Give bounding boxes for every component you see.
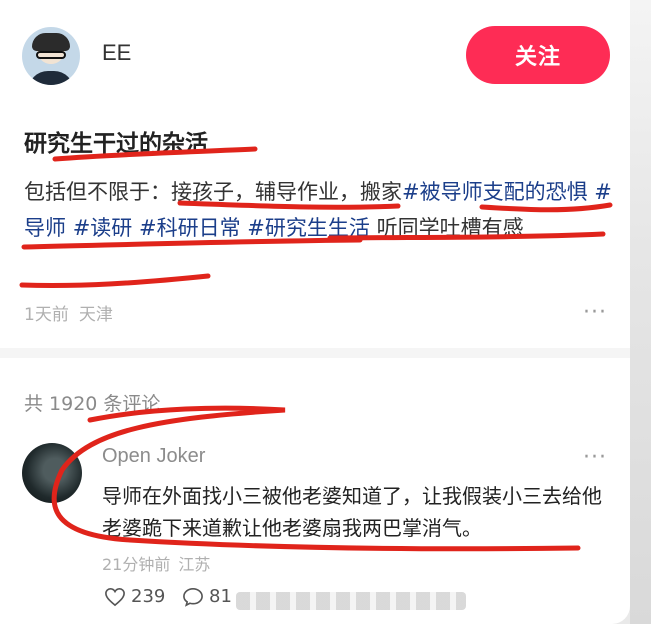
comment-meta: 21分钟前 江苏: [102, 551, 218, 575]
more-dots-icon[interactable]: ···: [583, 445, 607, 470]
watermark: [236, 592, 466, 610]
post-location: 天津: [78, 305, 113, 325]
reply-button[interactable]: 81: [182, 586, 232, 607]
author-avatar[interactable]: [22, 27, 80, 85]
comment-time: 21分钟前: [102, 555, 171, 574]
commenter-name[interactable]: Open Joker: [102, 445, 205, 468]
hashtag[interactable]: #科研日常: [139, 216, 241, 240]
comment-location: 江苏: [178, 555, 211, 574]
like-count: 239: [131, 586, 166, 607]
post-meta: 1天前 天津: [24, 300, 123, 325]
background-strip: [630, 0, 651, 624]
comment-text: 导师在外面找小三被他老婆知道了，让我假装小三去给他老婆跪下来道歉让他老婆扇我两巴…: [102, 484, 602, 540]
reply-count: 81: [209, 586, 232, 607]
author-name[interactable]: EE: [102, 40, 131, 66]
post-body-tail: 听同学吐槽有感: [369, 216, 524, 240]
commenter-avatar[interactable]: [22, 443, 82, 503]
like-button[interactable]: 239: [104, 586, 165, 607]
section-divider: [0, 348, 630, 358]
post-body: 包括但不限于：接孩子，辅导作业，搬家#被导师支配的恐惧 #导师 #读研 #科研日…: [24, 174, 614, 246]
post-card: EE 关注 研究生干过的杂活 包括但不限于：接孩子，辅导作业，搬家#被导师支配的…: [0, 0, 630, 624]
hashtag[interactable]: #读研: [73, 216, 133, 240]
heart-icon: [105, 587, 125, 606]
comment-bubble-icon: [183, 587, 203, 607]
post-title: 研究生干过的杂活: [24, 131, 208, 157]
hashtag[interactable]: #研究生生活: [247, 216, 370, 240]
more-dots-icon[interactable]: ···: [583, 300, 607, 325]
post-time: 1天前: [24, 305, 69, 325]
hashtag[interactable]: #被导师支配的恐惧: [402, 180, 588, 204]
follow-button[interactable]: 关注: [466, 26, 610, 84]
post-body-text: 包括但不限于：接孩子，辅导作业，搬家: [24, 180, 402, 204]
comment-count: 共 1920 条评论: [24, 393, 161, 415]
